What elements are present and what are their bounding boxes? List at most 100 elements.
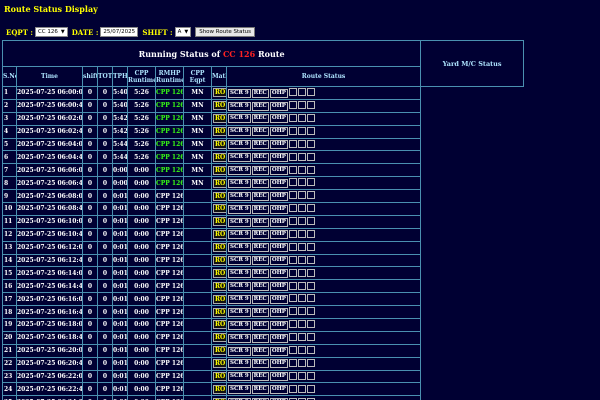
yard-machine-box[interactable]: REC [251,256,269,266]
yard-machine-box[interactable]: REC [251,372,269,382]
yard-machine-box[interactable]: REC [251,243,269,253]
yard-machine-box[interactable]: OHP [269,114,288,124]
yard-machine-box[interactable]: SCR 9 [228,166,251,176]
yard-machine-box[interactable]: OHP [269,140,288,150]
route-tag[interactable]: ROUTE 08 [213,152,226,162]
yard-machine-box[interactable]: OHP [269,333,288,343]
route-tag[interactable]: ROUTE 08 [213,140,226,149]
route-tag[interactable]: ROUTE 08 [213,320,226,330]
yard-machine-box[interactable]: SCR 9 [228,294,251,304]
yard-machine-box[interactable]: REC [251,166,269,176]
route-tag[interactable]: ROUTE 08 [213,217,226,227]
yard-machine-box[interactable]: SCR 9 [228,307,251,317]
yard-machine-box[interactable]: OHP [269,256,288,266]
yard-machine-box[interactable]: OHP [269,127,288,137]
yard-machine-box[interactable]: SCR 9 [228,346,251,356]
route-tag[interactable]: ROUTE 08 [213,88,226,98]
yard-machine-box[interactable]: OHP [269,191,288,201]
yard-machine-box[interactable]: SCR 9 [228,178,251,188]
yard-machine-box[interactable]: OHP [269,269,288,279]
route-tag[interactable]: ROUTE 08 [213,359,226,369]
route-tag[interactable]: ROUTE 08 [213,372,226,382]
yard-machine-box[interactable]: REC [251,178,269,188]
route-tag[interactable]: ROUTE 08 [213,307,226,317]
yard-machine-box[interactable]: REC [251,230,269,240]
yard-machine-box[interactable]: SCR 9 [228,333,251,343]
yard-machine-box[interactable]: SCR 9 [228,191,251,201]
yard-machine-box[interactable]: OHP [269,101,288,111]
route-tag[interactable]: ROUTE 08 [213,178,226,188]
yard-machine-box[interactable]: SCR 9 [228,269,251,279]
yard-machine-box[interactable]: REC [251,217,269,227]
yard-machine-box[interactable]: REC [251,114,269,124]
route-tag[interactable]: ROUTE 08 [213,384,226,394]
yard-machine-box[interactable]: REC [251,294,269,304]
route-tag[interactable]: ROUTE 08 [213,230,226,240]
yard-machine-box[interactable]: OHP [269,294,288,304]
yard-machine-box[interactable]: REC [251,88,269,98]
yard-machine-box[interactable]: OHP [269,359,288,369]
yard-machine-box[interactable]: OHP [269,217,288,227]
yard-machine-box[interactable]: OHP [269,204,288,214]
yard-machine-box[interactable]: OHP [269,307,288,317]
yard-machine-box[interactable]: REC [251,282,269,292]
yard-machine-box[interactable]: SCR 9 [228,153,251,163]
route-tag[interactable]: ROUTE 08 [213,268,226,278]
route-tag[interactable]: ROUTE 08 [213,191,226,201]
yard-machine-box[interactable]: SCR 9 [228,127,251,137]
route-tag[interactable]: ROUTE 08 [213,243,226,253]
route-tag[interactable]: ROUTE 08 [213,333,226,343]
yard-machine-box[interactable]: OHP [269,243,288,253]
yard-machine-box[interactable]: OHP [269,282,288,292]
yard-machine-box[interactable]: REC [251,346,269,356]
route-tag[interactable]: ROUTE 08 [213,294,226,304]
route-tag[interactable]: ROUTE 08 [213,346,226,356]
shift-select[interactable]: A ▼ [174,27,192,37]
yard-machine-box[interactable]: OHP [269,372,288,382]
yard-machine-box[interactable]: OHP [269,178,288,188]
yard-machine-box[interactable]: SCR 9 [228,243,251,253]
yard-machine-box[interactable]: SCR 9 [228,320,251,330]
yard-machine-box[interactable]: SCR 9 [228,101,251,111]
route-tag[interactable]: ROUTE 08 [213,281,226,291]
route-tag[interactable]: ROUTE 08 [213,204,226,214]
yard-machine-box[interactable]: SCR 9 [228,114,251,124]
route-tag[interactable]: ROUTE 08 [213,256,226,266]
date-input[interactable]: 25/07/2025 [100,27,139,37]
route-tag[interactable]: ROUTE 08 [213,165,226,175]
yard-machine-box[interactable]: REC [251,333,269,343]
yard-machine-box[interactable]: OHP [269,385,288,395]
yard-machine-box[interactable]: OHP [269,153,288,163]
yard-machine-box[interactable]: OHP [269,230,288,240]
yard-machine-box[interactable]: REC [251,127,269,137]
yard-machine-box[interactable]: SCR 9 [228,204,251,214]
yard-machine-box[interactable]: REC [251,385,269,395]
yard-machine-box[interactable]: SCR 9 [228,282,251,292]
yard-machine-box[interactable]: REC [251,140,269,150]
yard-machine-box[interactable]: SCR 9 [228,372,251,382]
yard-machine-box[interactable]: SCR 9 [228,140,251,150]
yard-machine-box[interactable]: SCR 9 [228,88,251,98]
yard-machine-box[interactable]: REC [251,153,269,163]
yard-machine-box[interactable]: REC [251,269,269,279]
yard-machine-box[interactable]: REC [251,204,269,214]
yard-machine-box[interactable]: OHP [269,346,288,356]
yard-machine-box[interactable]: REC [251,359,269,369]
yard-machine-box[interactable]: OHP [269,88,288,98]
yard-machine-box[interactable]: REC [251,191,269,201]
show-route-status-button[interactable]: Show Route Status [195,27,256,37]
route-tag[interactable]: ROUTE 08 [213,127,226,137]
yard-machine-box[interactable]: OHP [269,166,288,176]
yard-machine-box[interactable]: OHP [269,320,288,330]
route-tag[interactable]: ROUTE 08 [213,114,226,124]
yard-machine-box[interactable]: REC [251,307,269,317]
yard-machine-box[interactable]: SCR 9 [228,230,251,240]
route-tag[interactable]: ROUTE 08 [213,101,226,111]
yard-machine-box[interactable]: SCR 9 [228,256,251,266]
yard-machine-box[interactable]: SCR 9 [228,359,251,369]
yard-machine-box[interactable]: SCR 9 [228,217,251,227]
yard-machine-box[interactable]: REC [251,101,269,111]
eqpt-select[interactable]: CC 126 ▼ [34,27,68,37]
yard-machine-box[interactable]: SCR 9 [228,385,251,395]
yard-machine-box[interactable]: REC [251,320,269,330]
